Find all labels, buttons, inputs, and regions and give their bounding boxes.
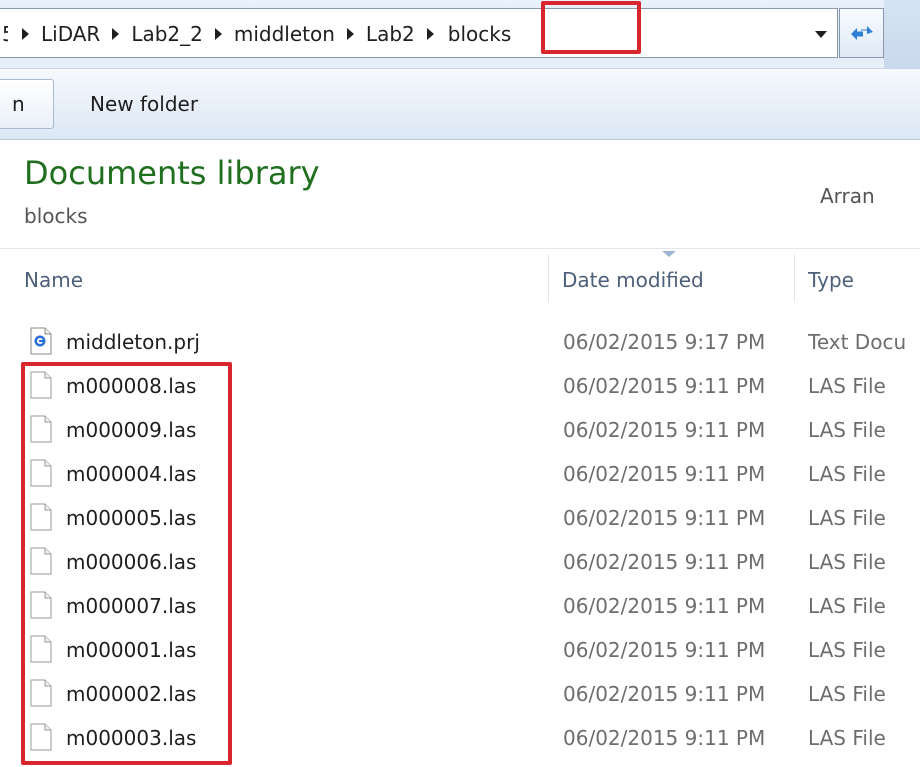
- library-subtitle: blocks: [24, 204, 88, 228]
- chevron-right-icon[interactable]: [214, 28, 222, 40]
- file-date: 06/02/2015 9:11 PM: [563, 594, 766, 618]
- column-header-name[interactable]: Name: [24, 250, 548, 310]
- file-name: m000006.las: [66, 550, 197, 574]
- address-bar[interactable]: 5 LiDAR Lab2_2 middleton Lab2 blocks: [0, 8, 838, 58]
- file-row[interactable]: m000002.las 06/02/2015 9:11 PM LAS File: [0, 672, 920, 716]
- refresh-button[interactable]: [839, 8, 884, 58]
- file-date: 06/02/2015 9:11 PM: [563, 462, 766, 486]
- library-title: Documents library: [24, 154, 320, 192]
- file-name: m000008.las: [66, 374, 197, 398]
- file-row[interactable]: m000005.las 06/02/2015 9:11 PM LAS File: [0, 496, 920, 540]
- file-type: LAS File: [808, 550, 886, 574]
- file-name: m000001.las: [66, 638, 197, 662]
- file-name: m000004.las: [66, 462, 197, 486]
- address-bar-area: 5 LiDAR Lab2_2 middleton Lab2 blocks: [0, 0, 920, 68]
- blank-file-icon: [30, 591, 52, 619]
- file-type: Text Docu: [808, 330, 907, 354]
- file-type: LAS File: [808, 462, 886, 486]
- file-date: 06/02/2015 9:11 PM: [563, 506, 766, 530]
- text-document-icon: [30, 327, 52, 355]
- chevron-right-icon[interactable]: [426, 28, 434, 40]
- file-type: LAS File: [808, 638, 886, 662]
- blank-file-icon: [30, 503, 52, 531]
- blank-file-icon: [30, 723, 52, 751]
- file-row[interactable]: m000009.las 06/02/2015 9:11 PM LAS File: [0, 408, 920, 452]
- column-header-date-modified[interactable]: Date modified: [562, 250, 794, 310]
- file-name: m000007.las: [66, 594, 197, 618]
- address-history-dropdown[interactable]: [804, 9, 838, 59]
- chevron-right-icon[interactable]: [22, 28, 29, 40]
- file-row[interactable]: m000007.las 06/02/2015 9:11 PM LAS File: [0, 584, 920, 628]
- file-name: m000009.las: [66, 418, 197, 442]
- file-date: 06/02/2015 9:11 PM: [563, 550, 766, 574]
- chevron-right-icon[interactable]: [112, 28, 120, 40]
- file-row[interactable]: m000004.las 06/02/2015 9:11 PM LAS File: [0, 452, 920, 496]
- file-date: 06/02/2015 9:11 PM: [563, 726, 766, 750]
- blank-file-icon: [30, 371, 52, 399]
- file-name: m000002.las: [66, 682, 197, 706]
- file-type: LAS File: [808, 374, 886, 398]
- file-row[interactable]: middleton.prj 06/02/2015 9:17 PM Text Do…: [0, 320, 920, 364]
- column-header-type[interactable]: Type: [808, 250, 920, 310]
- command-toolbar: n New folder: [0, 68, 920, 140]
- file-type: LAS File: [808, 726, 886, 750]
- refresh-icon: [850, 26, 873, 40]
- blank-file-icon: [30, 459, 52, 487]
- file-row[interactable]: m000008.las 06/02/2015 9:11 PM LAS File: [0, 364, 920, 408]
- breadcrumb-item-current[interactable]: blocks: [440, 22, 520, 46]
- breadcrumb-item-lab2[interactable]: Lab2: [360, 22, 421, 46]
- blank-file-icon: [30, 415, 52, 443]
- arrange-by-dropdown[interactable]: Arran: [820, 184, 875, 208]
- file-row[interactable]: m000003.las 06/02/2015 9:11 PM LAS File: [0, 716, 920, 760]
- chevron-right-icon[interactable]: [346, 28, 354, 40]
- search-box-edge[interactable]: [884, 0, 920, 68]
- column-divider[interactable]: [548, 254, 549, 302]
- file-row[interactable]: m000001.las 06/02/2015 9:11 PM LAS File: [0, 628, 920, 672]
- blank-file-icon: [30, 679, 52, 707]
- blank-file-icon: [30, 547, 52, 575]
- file-date: 06/02/2015 9:11 PM: [563, 374, 766, 398]
- file-type: LAS File: [808, 418, 886, 442]
- file-date: 06/02/2015 9:11 PM: [563, 638, 766, 662]
- library-header: Documents library blocks Arran: [0, 140, 920, 250]
- file-type: LAS File: [808, 506, 886, 530]
- breadcrumb-item-truncated[interactable]: 5: [2, 22, 8, 46]
- file-date: 06/02/2015 9:17 PM: [563, 330, 766, 354]
- file-name: middleton.prj: [66, 330, 200, 354]
- chevron-down-icon: [815, 30, 827, 38]
- file-date: 06/02/2015 9:11 PM: [563, 418, 766, 442]
- breadcrumb-item-lidar[interactable]: LiDAR: [35, 22, 106, 46]
- file-name: m000005.las: [66, 506, 197, 530]
- file-name: m000003.las: [66, 726, 197, 750]
- breadcrumb-item-middleton[interactable]: middleton: [228, 22, 341, 46]
- breadcrumb-item-lab2-2[interactable]: Lab2_2: [125, 22, 209, 46]
- file-row[interactable]: m000006.las 06/02/2015 9:11 PM LAS File: [0, 540, 920, 584]
- file-date: 06/02/2015 9:11 PM: [563, 682, 766, 706]
- column-divider[interactable]: [794, 254, 795, 302]
- file-type: LAS File: [808, 594, 886, 618]
- breadcrumb: 5 LiDAR Lab2_2 middleton Lab2 blocks: [0, 9, 519, 59]
- divider: [0, 248, 920, 249]
- file-type: LAS File: [808, 682, 886, 706]
- blank-file-icon: [30, 635, 52, 663]
- new-folder-button[interactable]: New folder: [90, 79, 198, 129]
- toolbar-button-truncated[interactable]: n: [0, 79, 54, 129]
